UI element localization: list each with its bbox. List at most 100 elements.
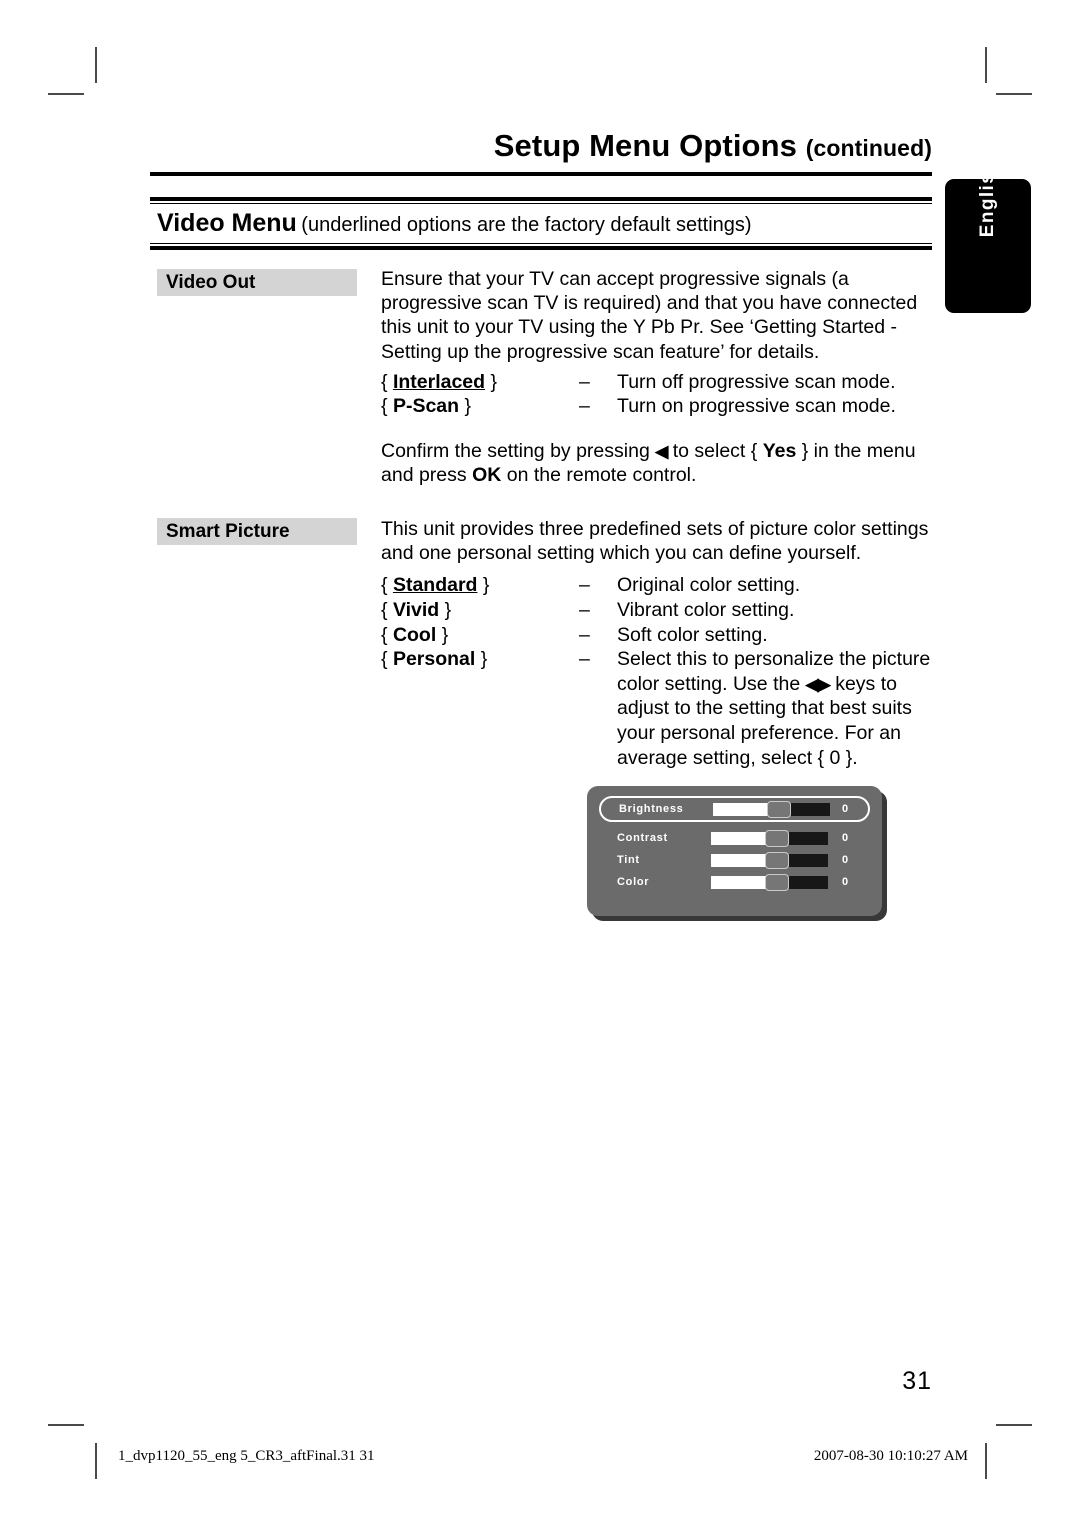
osd-slider-handle[interactable] <box>765 829 789 847</box>
osd-slider-handle[interactable] <box>765 873 789 891</box>
video-out-option-list: { Interlaced } – Turn off progressive sc… <box>381 370 932 419</box>
option-brace-close: } <box>441 623 449 646</box>
left-arrow-icon: ◀ <box>655 442 668 461</box>
term-video-out: Video Out <box>157 269 357 296</box>
option-row: { P-Scan } – Turn on progressive scan mo… <box>381 394 932 419</box>
option-row: { Standard } – Original color setting. <box>381 573 932 598</box>
osd-slider-fill-right <box>791 802 830 816</box>
osd-slider-fill-left <box>711 831 767 845</box>
option-brace-open: { <box>381 599 388 621</box>
confirm-text-4: on the remote control. <box>506 464 697 487</box>
section-rule-top-thick <box>150 197 932 201</box>
option-description: Select this to personalize the picture c… <box>617 647 932 770</box>
osd-row-label: Tint <box>617 854 640 866</box>
osd-row-color[interactable]: Color 0 <box>599 869 870 895</box>
crop-mark-bottom-right-vertical <box>985 1443 987 1479</box>
term-smart-picture: Smart Picture <box>157 518 357 545</box>
option-brace-open: { <box>381 370 388 393</box>
video-out-intro: Ensure that your TV can accept progressi… <box>381 268 918 363</box>
video-out-confirm: Confirm the setting by pressing ◀ to sel… <box>381 439 932 487</box>
osd-slider[interactable] <box>713 800 830 818</box>
smart-picture-option-list: { Standard } – Original color setting. {… <box>381 573 932 770</box>
option-row-personal: { Personal } – Select this to personaliz… <box>381 647 932 770</box>
osd-row-label: Brightness <box>619 803 684 815</box>
option-key: { Standard } <box>381 573 579 598</box>
osd-slider-fill-right <box>789 875 828 889</box>
option-name: Vivid <box>392 599 440 621</box>
osd-row-value: 0 <box>841 803 849 815</box>
confirm-ok-label: OK <box>472 464 502 487</box>
osd-slider-handle[interactable] <box>767 800 791 818</box>
option-row: { Cool } – Soft color setting. <box>381 623 932 648</box>
osd-row-value: 0 <box>841 854 849 866</box>
crop-mark-top-left-horizontal <box>48 93 84 95</box>
crop-mark-top-left-vertical <box>95 47 97 83</box>
left-right-arrows-icon: ◀▶ <box>805 674 831 694</box>
page-title: Setup Menu Options (continued) <box>150 128 932 164</box>
osd-slider-fill-right <box>789 853 828 867</box>
option-brace-close: } <box>444 599 452 621</box>
section-rule-bottom-thick <box>150 246 932 250</box>
option-row: { Interlaced } – Turn off progressive sc… <box>381 370 932 395</box>
confirm-text-2: to select { <box>672 440 758 462</box>
title-rule <box>150 172 932 176</box>
option-dash: – <box>579 395 590 418</box>
footer-timestamp: 2007-08-30 10:10:27 AM <box>813 1448 968 1464</box>
section-rule-top-thin <box>150 203 932 204</box>
section-rule-bottom-thin <box>150 243 932 244</box>
osd-row-label: Color <box>617 876 650 888</box>
option-dash: – <box>579 648 590 671</box>
osd-slider-fill-right <box>789 831 828 845</box>
option-brace-close: } <box>490 370 497 393</box>
confirm-text-1: Confirm the setting by pressing <box>381 440 650 462</box>
option-name: Cool <box>392 623 437 646</box>
option-dash: – <box>579 370 590 393</box>
osd-row-value: 0 <box>841 832 849 844</box>
page-title-continued: (continued) <box>805 135 932 161</box>
option-name: Standard <box>392 574 478 597</box>
option-description: Original color setting. <box>617 574 801 597</box>
language-tab-label: English <box>977 158 998 238</box>
language-tab: English <box>945 159 1031 313</box>
option-description: Turn on progressive scan mode. <box>617 395 896 418</box>
section-heading: Video Menu (underlined options are the f… <box>157 209 752 238</box>
option-name: Interlaced <box>392 370 486 393</box>
option-key: { Cool } <box>381 623 579 648</box>
option-name: Personal <box>392 648 476 671</box>
option-key: { Vivid } <box>381 598 579 623</box>
option-brace-open: { <box>381 574 388 597</box>
option-brace-open: { <box>381 648 388 671</box>
osd-slider-fill-left <box>711 853 767 867</box>
osd-slider[interactable] <box>711 851 828 869</box>
crop-mark-bottom-right-horizontal <box>996 1424 1032 1426</box>
body-video-out: Ensure that your TV can accept progressi… <box>381 267 932 487</box>
osd-slider-handle[interactable] <box>765 851 789 869</box>
option-dash: – <box>579 574 590 597</box>
option-brace-open: { <box>381 395 388 418</box>
osd-slider[interactable] <box>711 829 828 847</box>
section-heading-note: (underlined options are the factory defa… <box>301 214 752 236</box>
term-smart-picture-label: Smart Picture <box>166 520 290 542</box>
option-row: { Vivid } – Vibrant color setting. <box>381 598 932 623</box>
option-description: Vibrant color setting. <box>617 599 795 621</box>
option-key: { P-Scan } <box>381 394 579 419</box>
option-brace-close: } <box>464 395 471 418</box>
option-key: { Personal } <box>381 647 579 672</box>
osd-row-value: 0 <box>841 876 849 888</box>
osd-row-brightness[interactable]: Brightness 0 <box>599 796 870 822</box>
option-brace-close: } <box>480 648 488 671</box>
body-smart-picture: This unit provides three predefined sets… <box>381 517 932 770</box>
crop-mark-top-right-horizontal <box>996 93 1032 95</box>
osd-picture-settings-panel: Brightness 0 Contrast 0 Tint 0 Color 0 <box>587 786 882 916</box>
crop-mark-bottom-left-horizontal <box>48 1424 84 1426</box>
osd-slider-fill-left <box>713 802 769 816</box>
crop-mark-top-right-vertical <box>985 47 987 83</box>
osd-slider[interactable] <box>711 873 828 891</box>
option-key: { Interlaced } <box>381 370 579 395</box>
option-dash: – <box>579 599 590 621</box>
osd-row-label: Contrast <box>617 832 668 844</box>
option-brace-close: } <box>482 574 490 597</box>
term-video-out-label: Video Out <box>166 271 256 293</box>
option-name: P-Scan <box>392 395 460 418</box>
smart-picture-intro: This unit provides three predefined sets… <box>381 518 929 565</box>
